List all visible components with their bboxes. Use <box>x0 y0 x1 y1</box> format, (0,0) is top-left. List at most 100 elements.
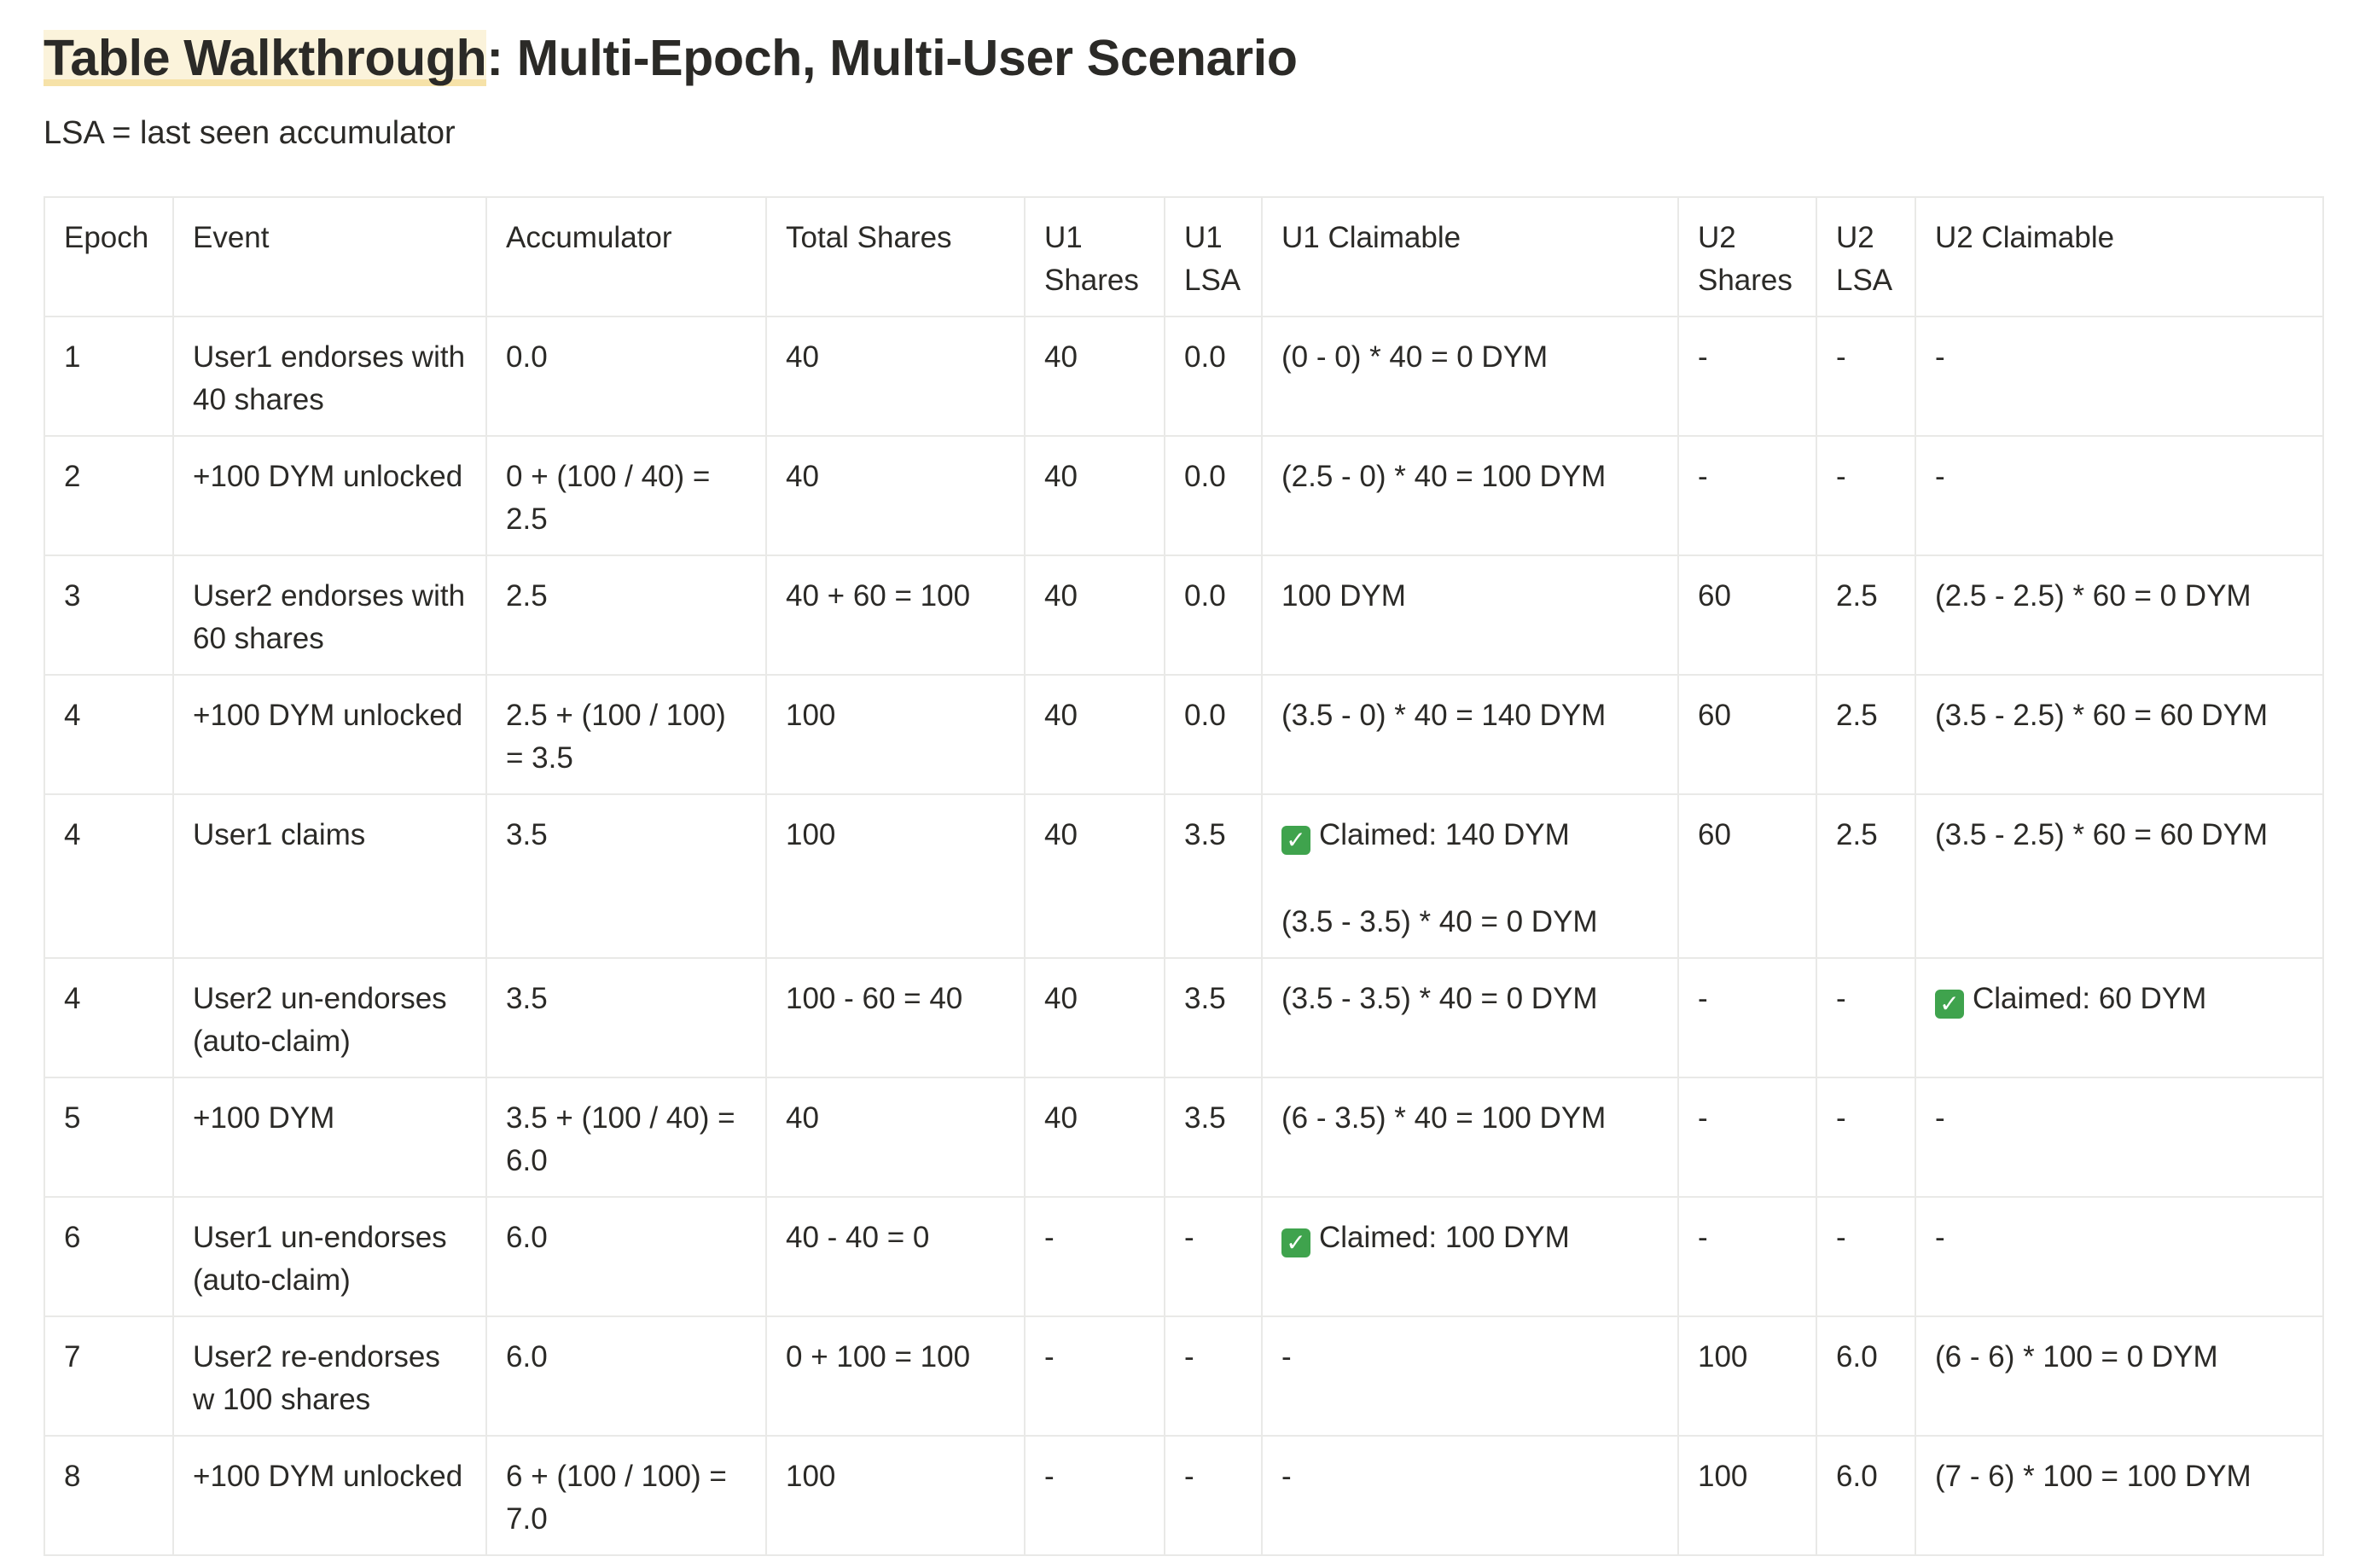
cell-u1-claimable: (0 - 0) * 40 = 0 DYM <box>1261 316 1679 437</box>
cell-accumulator: 3.5 <box>485 793 767 959</box>
column-header: Accumulator <box>485 196 767 317</box>
claimed-line: ✓ Claimed: 60 DYM <box>1935 978 2304 1020</box>
cell-u2-lsa: 2.5 <box>1816 793 1916 959</box>
cell-accumulator: 6.0 <box>485 1196 767 1317</box>
cell-total-shares: 40 <box>765 1077 1026 1198</box>
cell-total-shares: 40 <box>765 435 1026 556</box>
cell-u2-shares: 60 <box>1677 793 1817 959</box>
cell-event: +100 DYM unlocked <box>172 435 487 556</box>
cell-epoch: 1 <box>44 316 174 437</box>
cell-epoch: 4 <box>44 957 174 1078</box>
column-header: U2 Shares <box>1677 196 1817 317</box>
table-body: 1 User1 endorses with 40 shares 0.0 40 40 0.0… <box>44 316 2324 1556</box>
column-header: U1 Claimable <box>1261 196 1679 317</box>
check-mark-icon: ✓ <box>1281 1228 1310 1257</box>
cell-u2-shares: 100 <box>1677 1315 1817 1437</box>
cell-total-shares: 100 - 60 = 40 <box>765 957 1026 1078</box>
cell-u1-claimable: ✓ Claimed: 140 DYM (3.5 - 3.5) * 40 = 0 DY… <box>1261 793 1679 959</box>
cell-u1-lsa: 3.5 <box>1164 793 1263 959</box>
cell-event: User2 un-endorses (auto-claim) <box>172 957 487 1078</box>
column-header: Total Shares <box>765 196 1026 317</box>
cell-total-shares: 0 + 100 = 100 <box>765 1315 1026 1437</box>
page: Table Walkthrough: Multi-Epoch, Multi-Us… <box>44 20 2324 1556</box>
cell-u2-shares: 60 <box>1677 555 1817 676</box>
cell-total-shares: 100 <box>765 793 1026 959</box>
cell-u1-lsa: - <box>1164 1196 1263 1317</box>
table-row: 7 User2 re-endorses w 100 shares 6.0 0 + 10… <box>44 1315 2324 1437</box>
cell-epoch: 7 <box>44 1315 174 1437</box>
cell-u1-claimable: (3.5 - 3.5) * 40 = 0 DYM <box>1261 957 1679 1078</box>
page-title: Table Walkthrough: Multi-Epoch, Multi-Us… <box>44 20 2321 96</box>
cell-epoch: 4 <box>44 793 174 959</box>
subtitle: LSA = last seen accumulator <box>44 115 456 151</box>
table-row: 4 User2 un-endorses (auto-claim) 3.5 100 - … <box>44 957 2324 1078</box>
cell-u1-shares: - <box>1024 1315 1165 1437</box>
cell-u1-claimable: (6 - 3.5) * 40 = 100 DYM <box>1261 1077 1679 1198</box>
cell-u1-claimable: - <box>1261 1315 1679 1437</box>
cell-u1-lsa: 0.0 <box>1164 674 1263 795</box>
cell-u2-lsa: 6.0 <box>1816 1435 1916 1556</box>
cell-u1-claimable: ✓ Claimed: 100 DYM <box>1261 1196 1679 1317</box>
table-row: 6 User1 un-endorses (auto-claim) 6.0 40 - 4… <box>44 1196 2324 1317</box>
claimed-text: Claimed: 60 DYM <box>1973 982 2207 1015</box>
cell-event: User1 un-endorses (auto-claim) <box>172 1196 487 1317</box>
cell-u2-claimable: - <box>1915 1196 2324 1317</box>
cell-u2-claimable: (3.5 - 2.5) * 60 = 60 DYM <box>1915 674 2324 795</box>
cell-accumulator: 0.0 <box>485 316 767 437</box>
title-highlight: Table Walkthrough <box>44 30 487 86</box>
table-row: 1 User1 endorses with 40 shares 0.0 40 40 0.0… <box>44 316 2324 437</box>
cell-u1-shares: 40 <box>1024 316 1165 437</box>
cell-total-shares: 40 + 60 = 100 <box>765 555 1026 676</box>
column-header: Event <box>172 196 487 317</box>
cell-accumulator: 2.5 <box>485 555 767 676</box>
table-row: 2 +100 DYM unlocked 0 + (100 / 40) = 2.5 40… <box>44 435 2324 556</box>
cell-u2-shares: 60 <box>1677 674 1817 795</box>
cell-epoch: 5 <box>44 1077 174 1198</box>
cell-u1-shares: 40 <box>1024 1077 1165 1198</box>
cell-u2-claimable: - <box>1915 1077 2324 1198</box>
cell-event: +100 DYM unlocked <box>172 1435 487 1556</box>
cell-epoch: 6 <box>44 1196 174 1317</box>
column-header: U1 Shares <box>1024 196 1165 317</box>
cell-u2-shares: - <box>1677 435 1817 556</box>
cell-u1-lsa: 0.0 <box>1164 555 1263 676</box>
cell-u1-lsa: 3.5 <box>1164 957 1263 1078</box>
cell-u1-lsa: - <box>1164 1315 1263 1437</box>
cell-u1-shares: 40 <box>1024 957 1165 1078</box>
table-row: 4 User1 claims 3.5 100 40 3.5 ✓ Claimed: 140 DY… <box>44 793 2324 959</box>
cell-accumulator: 3.5 + (100 / 40) = 6.0 <box>485 1077 767 1198</box>
cell-u2-lsa: - <box>1816 1077 1916 1198</box>
cell-u1-claimable: (2.5 - 0) * 40 = 100 DYM <box>1261 435 1679 556</box>
cell-epoch: 3 <box>44 555 174 676</box>
cell-epoch: 4 <box>44 674 174 795</box>
cell-total-shares: 100 <box>765 674 1026 795</box>
table-row: 5 +100 DYM 3.5 + (100 / 40) = 6.0 40 40 3.5 (6… <box>44 1077 2324 1198</box>
cell-u1-shares: 40 <box>1024 555 1165 676</box>
cell-event: User2 re-endorses w 100 shares <box>172 1315 487 1437</box>
check-mark-icon: ✓ <box>1935 990 1964 1019</box>
cell-u2-lsa: - <box>1816 435 1916 556</box>
table-header-row: Epoch Event Accumulator Total Shares U1 … <box>44 196 2324 317</box>
cell-u1-shares: - <box>1024 1435 1165 1556</box>
walkthrough-table: Epoch Event Accumulator Total Shares U1 … <box>44 196 2324 1556</box>
column-header: U1 LSA <box>1164 196 1263 317</box>
cell-u1-claimable: - <box>1261 1435 1679 1556</box>
cell-u1-claimable: 100 DYM <box>1261 555 1679 676</box>
cell-total-shares: 40 - 40 = 0 <box>765 1196 1026 1317</box>
claimed-text: Claimed: 140 DYM <box>1319 818 1570 851</box>
cell-u2-shares: - <box>1677 316 1817 437</box>
cell-accumulator: 0 + (100 / 40) = 2.5 <box>485 435 767 556</box>
check-mark-icon: ✓ <box>1281 826 1310 855</box>
cell-u2-lsa: 2.5 <box>1816 555 1916 676</box>
cell-u2-claimable: - <box>1915 316 2324 437</box>
cell-accumulator: 6 + (100 / 100) = 7.0 <box>485 1435 767 1556</box>
cell-u2-lsa: 6.0 <box>1816 1315 1916 1437</box>
cell-u2-claimable: (3.5 - 2.5) * 60 = 60 DYM <box>1915 793 2324 959</box>
column-header: U2 LSA <box>1816 196 1916 317</box>
claimed-text: Claimed: 100 DYM <box>1319 1221 1570 1254</box>
cell-u2-lsa: 2.5 <box>1816 674 1916 795</box>
column-header: Epoch <box>44 196 174 317</box>
cell-u2-lsa: - <box>1816 957 1916 1078</box>
cell-u2-shares: 100 <box>1677 1435 1817 1556</box>
cell-accumulator: 6.0 <box>485 1315 767 1437</box>
